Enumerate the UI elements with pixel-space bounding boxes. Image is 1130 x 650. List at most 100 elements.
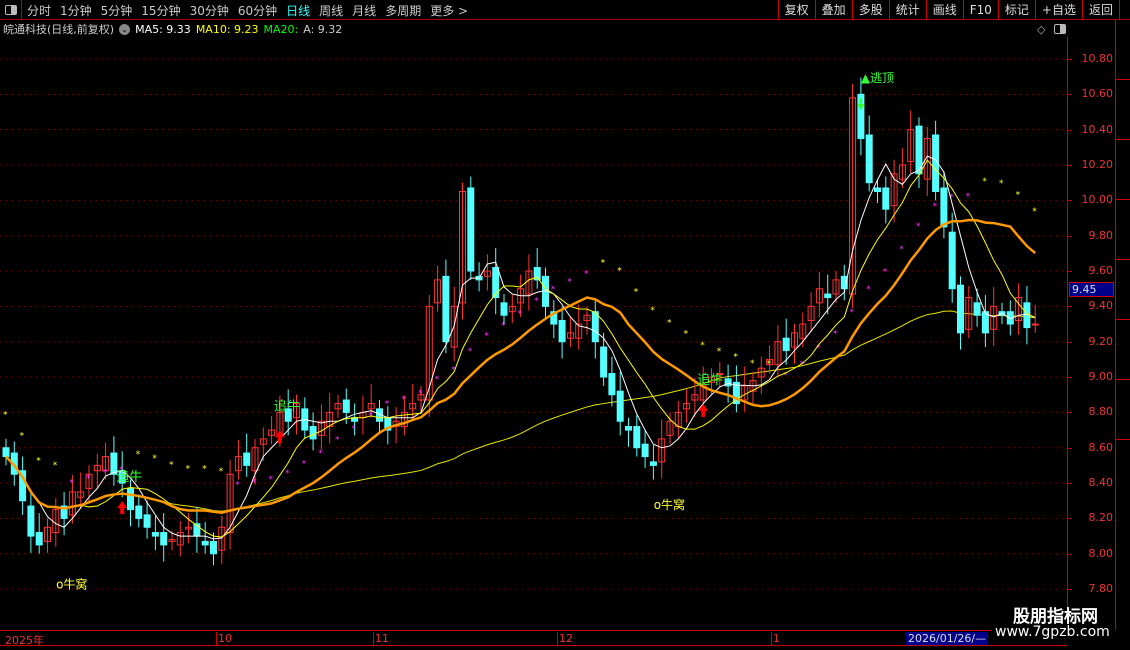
star-marker: * bbox=[235, 480, 240, 490]
axis-tick bbox=[1067, 589, 1072, 591]
period-tab[interactable]: 15分钟 bbox=[141, 2, 180, 19]
tool-button[interactable]: 复权 bbox=[777, 0, 815, 20]
tool-button[interactable]: 画线 bbox=[925, 0, 963, 20]
star-marker: * bbox=[136, 450, 141, 460]
price-label: 10.40 bbox=[1081, 122, 1114, 136]
right-side-tabs bbox=[1115, 20, 1130, 630]
signal-chase-label: 追牛 bbox=[274, 398, 300, 414]
star-marker: * bbox=[335, 436, 340, 446]
axis-tick bbox=[1067, 412, 1072, 414]
axis-tick bbox=[1067, 377, 1072, 379]
price-label: 10.80 bbox=[1081, 52, 1114, 65]
red-up-arrow-icon bbox=[698, 403, 709, 417]
axis-tick bbox=[1067, 200, 1072, 202]
period-tab[interactable]: 月线 bbox=[352, 2, 376, 19]
price-label: 8.60 bbox=[1088, 440, 1114, 454]
panel-toggle-icon[interactable] bbox=[1054, 24, 1066, 34]
star-marker: * bbox=[20, 431, 25, 441]
star-marker: * bbox=[650, 306, 655, 316]
tool-button[interactable]: F10 bbox=[962, 0, 998, 20]
candle-down bbox=[874, 187, 881, 193]
candle-down bbox=[492, 267, 500, 299]
side-tab[interactable] bbox=[1116, 140, 1130, 200]
signal-chase-label: 追牛 bbox=[697, 372, 723, 388]
candle-down bbox=[151, 532, 159, 537]
star-marker: * bbox=[767, 359, 772, 369]
price-label: 8.20 bbox=[1088, 511, 1114, 525]
a-value: A: 9.32 bbox=[303, 22, 343, 36]
price-label: 9.80 bbox=[1088, 228, 1114, 242]
star-marker: * bbox=[385, 400, 390, 410]
tool-button[interactable]: 标记 bbox=[997, 0, 1035, 20]
candle-down bbox=[882, 187, 890, 210]
axis-tick bbox=[1067, 518, 1072, 520]
star-marker: * bbox=[418, 389, 423, 399]
star-marker: * bbox=[966, 192, 971, 202]
star-marker: * bbox=[3, 411, 8, 421]
ma5-line bbox=[5, 155, 1036, 540]
panel-toggle-icon bbox=[4, 5, 17, 15]
axis-tick bbox=[1067, 271, 1072, 273]
price-label: 10.00 bbox=[1081, 193, 1114, 207]
side-tab[interactable] bbox=[1116, 20, 1130, 80]
tool-button[interactable]: 叠加 bbox=[814, 0, 852, 20]
star-marker: * bbox=[518, 310, 523, 320]
candle-down bbox=[649, 461, 657, 466]
candle-down bbox=[633, 426, 641, 449]
more-periods-button[interactable]: 更多 > bbox=[430, 2, 468, 19]
side-tab[interactable] bbox=[1116, 200, 1130, 260]
period-tab[interactable]: 60分钟 bbox=[238, 2, 277, 19]
chevron-down-icon[interactable]: ⌄ bbox=[119, 23, 131, 35]
panel-toggle-button[interactable] bbox=[0, 0, 22, 20]
price-label: 9.40 bbox=[1088, 299, 1114, 313]
candle-down bbox=[940, 187, 948, 228]
price-label: 10.60 bbox=[1081, 87, 1114, 101]
kline-chart[interactable]: * * * * * * * * * * * * * * * * * * * * * * * * * * * * * * * * * * * * * * * *… bbox=[0, 0, 1067, 630]
period-tab[interactable]: 多周期 bbox=[385, 2, 421, 19]
period-tab[interactable]: 5分钟 bbox=[101, 2, 133, 19]
star-marker: * bbox=[219, 467, 224, 477]
period-tab-daily[interactable]: 日线 bbox=[286, 2, 310, 19]
period-tab[interactable]: 1分钟 bbox=[60, 2, 92, 19]
star-marker: * bbox=[302, 459, 307, 469]
tool-button[interactable]: +自选 bbox=[1034, 0, 1082, 20]
axis-tick bbox=[1067, 129, 1072, 131]
star-marker: * bbox=[850, 308, 855, 318]
price-label: 7.80 bbox=[1088, 582, 1114, 596]
candle-down bbox=[973, 302, 981, 316]
date-label: 10 bbox=[216, 632, 232, 645]
diamond-icon[interactable]: ◇ bbox=[1037, 23, 1045, 36]
price-label: 8.80 bbox=[1088, 405, 1114, 419]
signal-nest-label: o牛窝 bbox=[654, 497, 685, 512]
side-tab[interactable] bbox=[1116, 80, 1130, 140]
tool-button[interactable]: 统计 bbox=[888, 0, 926, 20]
price-label: 8.00 bbox=[1088, 546, 1114, 560]
date-label: 11 bbox=[373, 632, 389, 645]
candle-down bbox=[135, 505, 143, 519]
side-tab[interactable] bbox=[1116, 380, 1130, 440]
date-label: 2025年 bbox=[5, 634, 44, 647]
star-marker: * bbox=[186, 465, 191, 475]
candle-down bbox=[865, 134, 873, 184]
side-tab[interactable] bbox=[1116, 260, 1130, 320]
star-marker: * bbox=[152, 454, 157, 464]
ma5-value: MA5: 9.33 bbox=[135, 22, 191, 36]
period-tab[interactable]: 分时 bbox=[27, 2, 51, 19]
star-marker: * bbox=[667, 318, 672, 328]
axis-tick bbox=[1067, 306, 1072, 308]
candle-down bbox=[309, 426, 317, 440]
star-marker: * bbox=[352, 424, 357, 434]
back-button[interactable]: 返回 bbox=[1081, 0, 1120, 20]
star-marker: * bbox=[567, 277, 572, 287]
star-marker: * bbox=[401, 395, 406, 405]
candle-down bbox=[782, 337, 790, 352]
candle-down bbox=[35, 532, 43, 546]
tool-button[interactable]: 多股 bbox=[851, 0, 889, 20]
candle-down bbox=[616, 390, 624, 422]
period-tab[interactable]: 30分钟 bbox=[190, 2, 229, 19]
watermark-url: www.7gpzb.com bbox=[992, 624, 1113, 640]
side-tab[interactable] bbox=[1116, 320, 1130, 380]
axis-tick bbox=[1067, 235, 1072, 237]
star-marker: * bbox=[169, 460, 174, 470]
period-tab[interactable]: 周线 bbox=[319, 2, 343, 19]
